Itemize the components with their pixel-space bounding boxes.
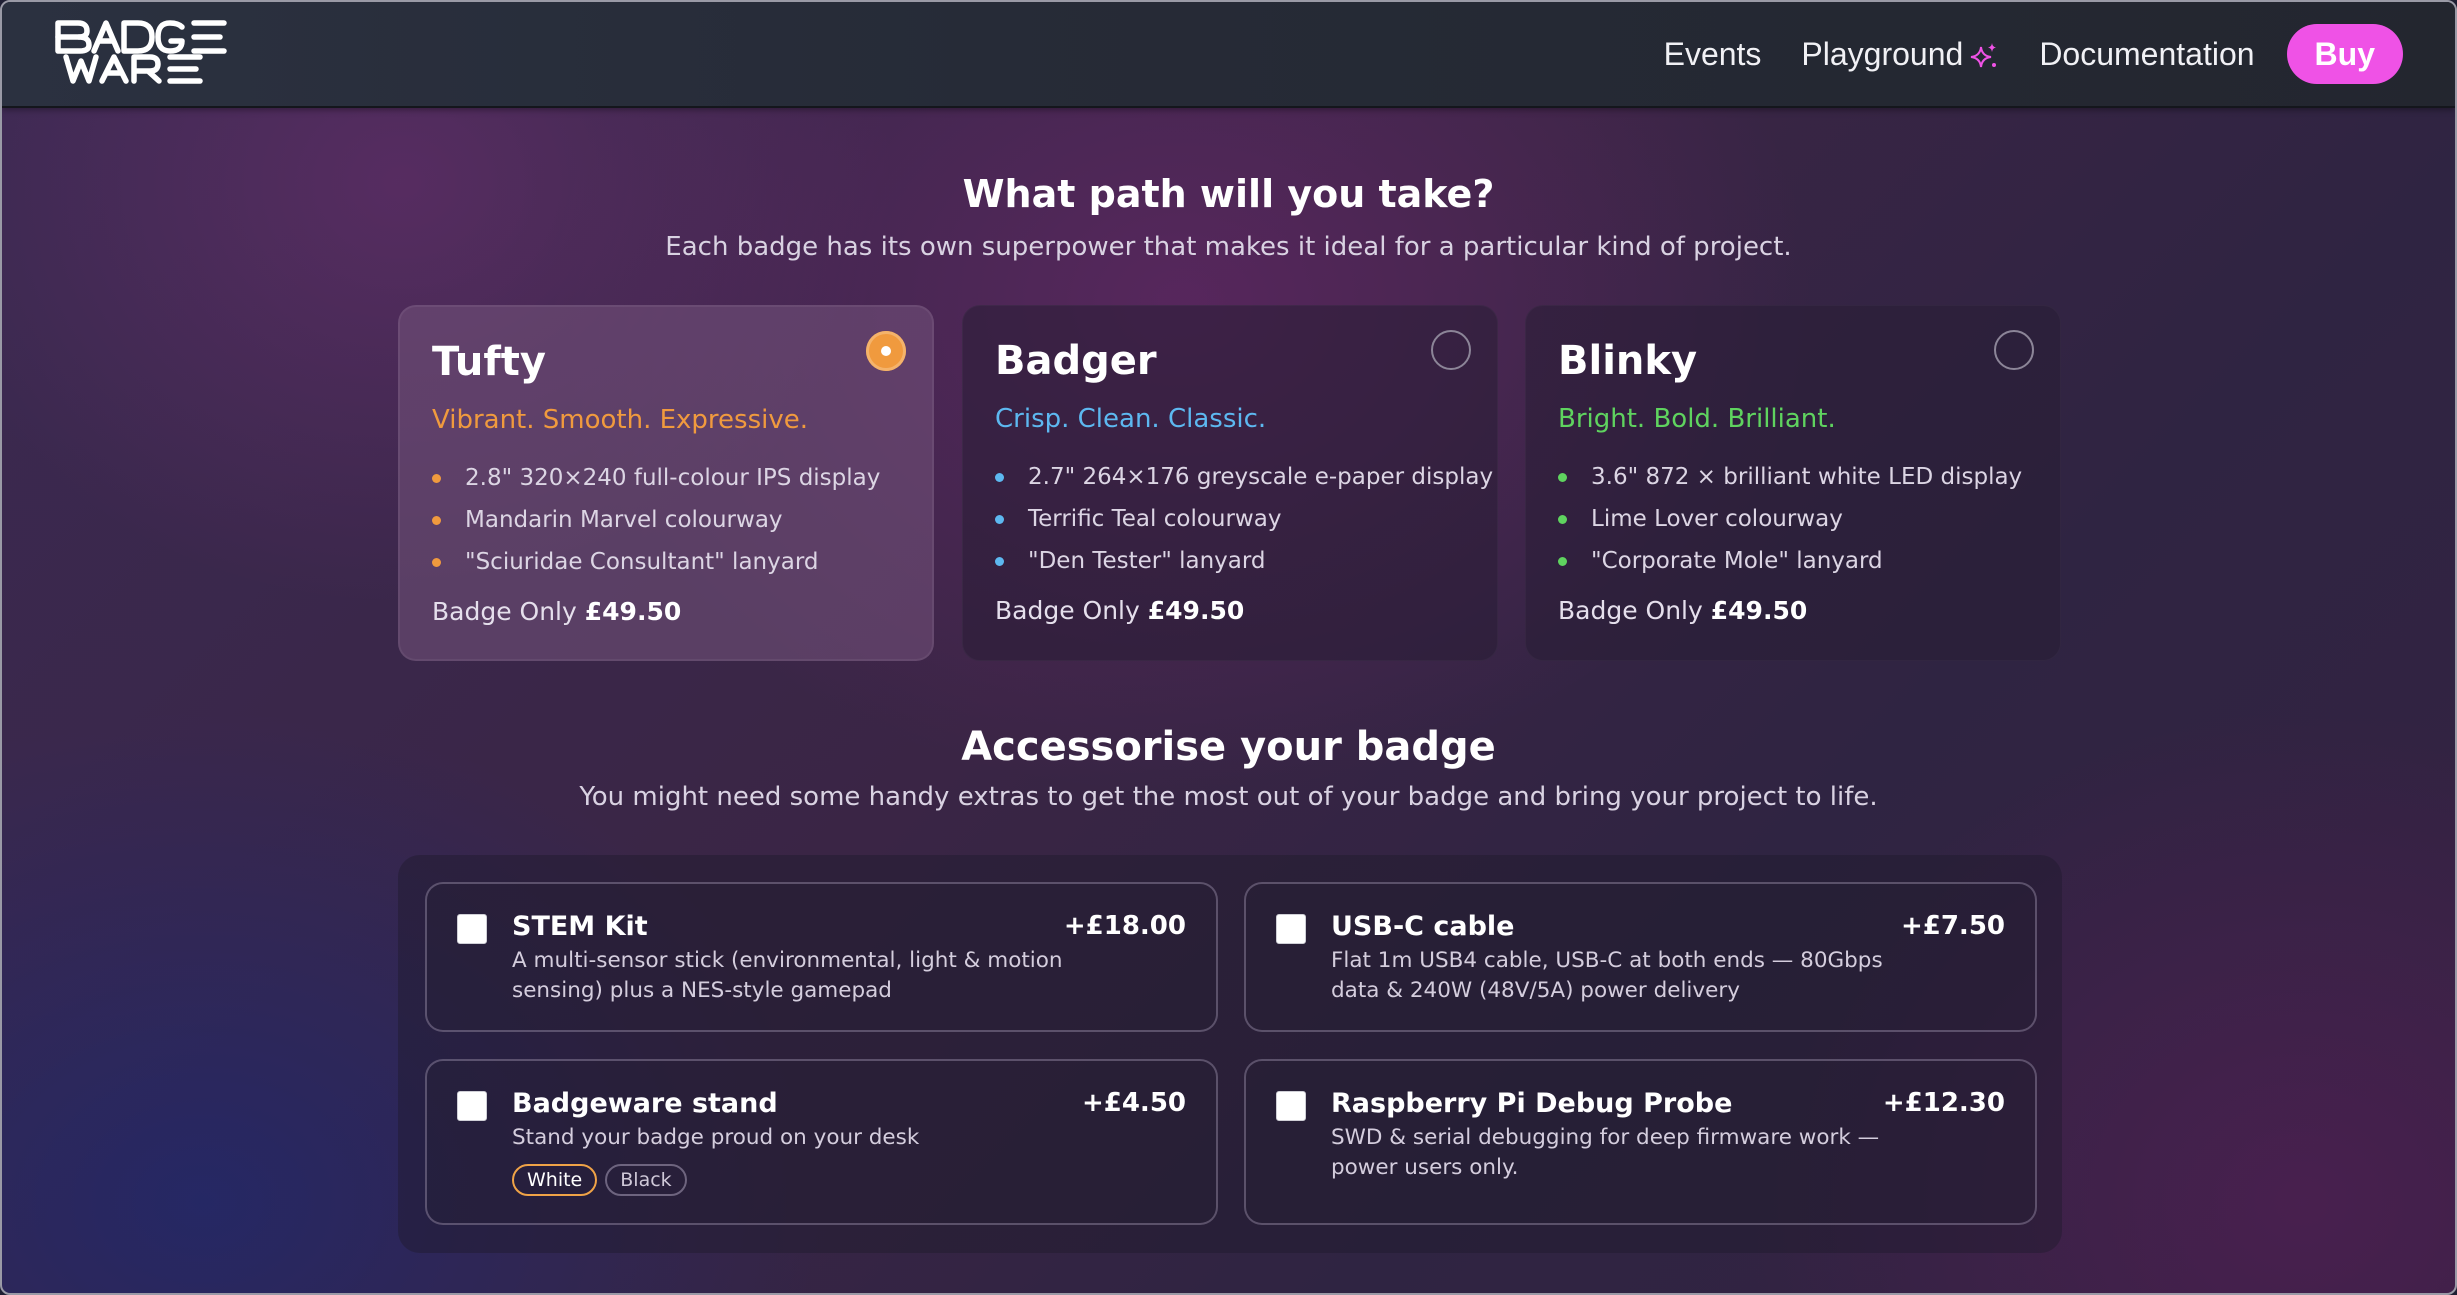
nav-events-label: Events (1663, 35, 1762, 72)
badge-feature: "Sciuridae Consultant" lanyard (432, 541, 880, 583)
badge-tagline: Bright. Bold. Brilliant. (1558, 404, 1836, 434)
accessory-description: Flat 1m USB4 cable, USB-C at both ends —… (1331, 948, 1883, 1003)
accessory-checkbox[interactable] (1276, 1091, 1306, 1121)
badge-feature: 2.8" 320×240 full-colour IPS display (432, 457, 880, 499)
badge-feature-list: 3.6" 872 × brilliant white LED display L… (1558, 456, 2022, 582)
badge-price: Badge Only £49.50 (1558, 596, 1807, 625)
accessory-price: +£7.50 (1900, 911, 2005, 941)
badge-feature-text: "Den Tester" lanyard (1028, 548, 1266, 574)
badge-feature: "Den Tester" lanyard (995, 540, 1493, 582)
badge-name: Badger (995, 338, 1157, 384)
page: Events Playground Documentation Buy What… (0, 0, 2457, 1295)
accessory-name: Badgeware stand (512, 1088, 778, 1119)
nav-playground-link[interactable]: Playground (1801, 36, 1999, 73)
buy-button[interactable]: Buy (2286, 24, 2403, 84)
badge-name: Tufty (432, 339, 546, 385)
path-section-title: What path will you take? (962, 172, 1495, 216)
accessory-usb-c-cable[interactable]: USB-C cable +£7.50 Flat 1m USB4 cable, U… (1244, 882, 2037, 1032)
badge-name: Blinky (1558, 338, 1698, 384)
accessory-checkbox[interactable] (1276, 914, 1306, 944)
bullet-dot-icon (432, 557, 441, 567)
accessory-description: Stand your badge proud on your desk (512, 1125, 920, 1150)
accessory-description: A multi-sensor stick (environmental, lig… (512, 948, 1063, 1003)
nav-documentation-link[interactable]: Documentation (2039, 36, 2254, 73)
badge-feature-text: 2.8" 320×240 full-colour IPS display (465, 465, 881, 491)
badge-feature: Mandarin Marvel colourway (432, 499, 880, 541)
badge-feature: "Corporate Mole" lanyard (1558, 540, 2022, 582)
badge-price-prefix: Badge Only (995, 596, 1140, 625)
path-section-subtitle: Each badge has its own superpower that m… (665, 232, 1792, 262)
accessory-badgeware-stand[interactable]: Badgeware stand +£4.50 Stand your badge … (425, 1059, 1218, 1225)
bullet-dot-icon (1558, 472, 1567, 482)
stand-colour-options: White Black (512, 1164, 687, 1196)
bullet-dot-icon (995, 472, 1004, 482)
badge-card-badger[interactable]: Badger Crisp. Clean. Classic. 2.7" 264×1… (962, 305, 1498, 661)
accessory-description: SWD & serial debugging for deep firmware… (1331, 1125, 1880, 1180)
badge-feature-list: 2.8" 320×240 full-colour IPS display Man… (432, 457, 880, 583)
badge-feature: Terrific Teal colourway (995, 498, 1493, 540)
badge-price-value: £49.50 (1710, 596, 1808, 625)
accessory-checkbox[interactable] (457, 1091, 487, 1121)
badge-price-value: £49.50 (584, 597, 682, 626)
stand-option-white[interactable]: White (512, 1164, 598, 1196)
main-nav: Events Playground Documentation Buy (1664, 24, 2403, 84)
badge-price-prefix: Badge Only (432, 597, 577, 626)
bullet-dot-icon (1558, 514, 1567, 524)
badge-feature-text: "Sciuridae Consultant" lanyard (465, 549, 819, 575)
badge-card-blinky[interactable]: Blinky Bright. Bold. Brilliant. 3.6" 872… (1525, 305, 2061, 661)
accessory-price: +£18.00 (1063, 911, 1186, 941)
badgeware-logo[interactable] (54, 19, 250, 85)
accessory-debug-probe[interactable]: Raspberry Pi Debug Probe +£12.30 SWD & s… (1244, 1059, 2037, 1225)
accessory-name: USB-C cable (1331, 911, 1515, 942)
badge-tagline: Vibrant. Smooth. Expressive. (432, 405, 809, 435)
badge-feature: 3.6" 872 × brilliant white LED display (1558, 456, 2022, 498)
bullet-dot-icon (995, 514, 1004, 524)
accessory-price: +£12.30 (1882, 1088, 2005, 1118)
badge-price-prefix: Badge Only (1558, 596, 1703, 625)
badge-radio-badger[interactable] (1431, 330, 1471, 370)
badge-feature-text: Lime Lover colourway (1591, 506, 1843, 532)
accessory-checkbox[interactable] (457, 914, 487, 944)
sparkle-icon (1969, 41, 1999, 71)
badge-price: Badge Only £49.50 (995, 596, 1244, 625)
accessories-section-title: Accessorise your badge (961, 724, 1496, 770)
badge-radio-tufty[interactable] (866, 331, 906, 371)
accessory-name: Raspberry Pi Debug Probe (1331, 1088, 1733, 1119)
accessory-name: STEM Kit (512, 911, 648, 942)
bullet-dot-icon (995, 556, 1004, 566)
stand-option-black[interactable]: Black (605, 1164, 687, 1196)
nav-events-link[interactable]: Events (1664, 36, 1762, 73)
accessories-section-subtitle: You might need some handy extras to get … (579, 782, 1878, 812)
badge-card-tufty[interactable]: Tufty Vibrant. Smooth. Expressive. 2.8" … (398, 305, 934, 661)
accessory-stem-kit[interactable]: STEM Kit +£18.00 A multi-sensor stick (e… (425, 882, 1218, 1032)
nav-documentation-label: Documentation (2039, 35, 2255, 72)
accessory-price: +£4.50 (1081, 1088, 1186, 1118)
badge-tagline: Crisp. Clean. Classic. (995, 404, 1267, 434)
badge-feature-text: 2.7" 264×176 greyscale e-paper display (1028, 464, 1494, 490)
badge-radio-blinky[interactable] (1994, 330, 2034, 370)
nav-playground-label: Playground (1801, 35, 1964, 72)
badge-feature: Lime Lover colourway (1558, 498, 2022, 540)
badge-feature-text: "Corporate Mole" lanyard (1591, 548, 1883, 574)
bullet-dot-icon (432, 473, 441, 483)
badge-feature-text: Mandarin Marvel colourway (465, 507, 783, 533)
badge-feature-text: Terrific Teal colourway (1028, 506, 1282, 532)
badge-feature-text: 3.6" 872 × brilliant white LED display (1591, 464, 2023, 490)
badge-price: Badge Only £49.50 (432, 597, 681, 626)
badge-feature-list: 2.7" 264×176 greyscale e-paper display T… (995, 456, 1493, 582)
bullet-dot-icon (432, 515, 441, 525)
top-nav-bar: Events Playground Documentation Buy (2, 2, 2455, 108)
badge-price-value: £49.50 (1147, 596, 1245, 625)
bullet-dot-icon (1558, 556, 1567, 566)
badge-feature: 2.7" 264×176 greyscale e-paper display (995, 456, 1493, 498)
